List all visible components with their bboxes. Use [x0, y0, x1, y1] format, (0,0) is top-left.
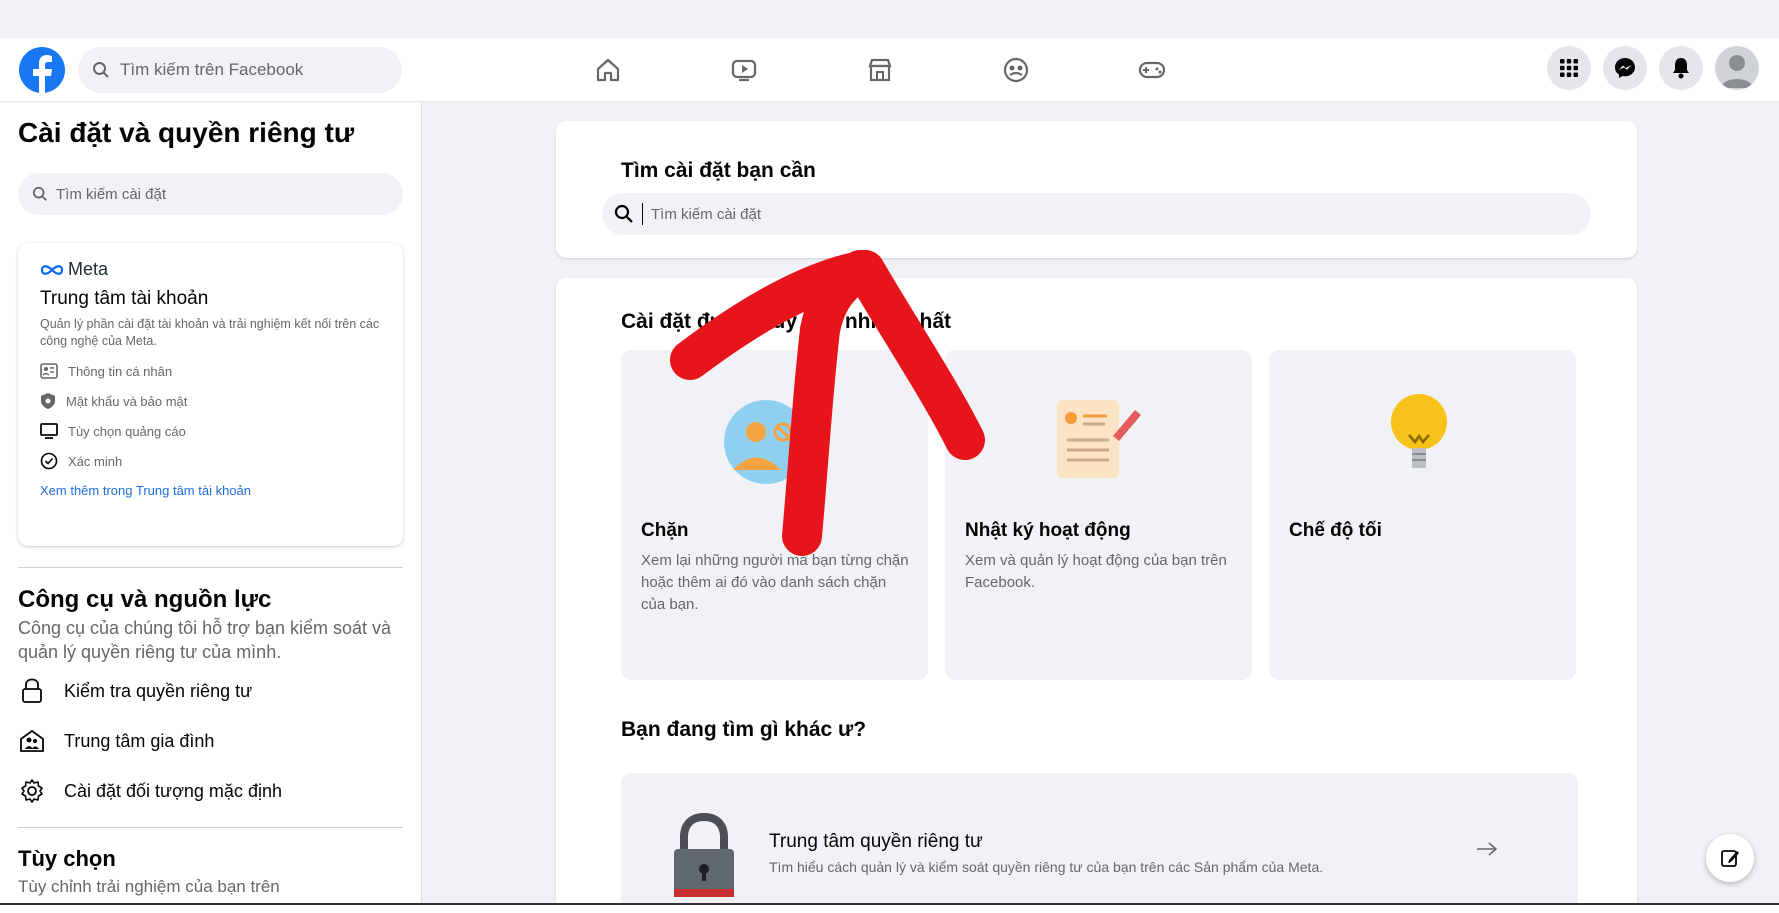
- sidebar-item-label: Kiểm tra quyền riêng tư: [64, 680, 253, 701]
- tile-title: Chế độ tối: [1289, 520, 1382, 541]
- accounts-center-title: Trung tâm tài khoản: [40, 288, 209, 309]
- menu-grid-icon[interactable]: [1547, 46, 1591, 90]
- settings-search-input[interactable]: Tìm kiếm cài đặt: [602, 193, 1591, 235]
- tile-title: Chặn: [641, 520, 689, 541]
- sidebar-divider: [18, 567, 403, 568]
- sidebar-divider: [18, 827, 403, 828]
- meta-item-password-security[interactable]: Mật khẩu và bảo mật: [40, 392, 381, 410]
- bell-icon[interactable]: [1659, 46, 1703, 90]
- marketplace-icon[interactable]: [862, 52, 898, 88]
- popular-settings-title: Cài đặt được truy cập nhiều nhất: [621, 310, 952, 333]
- block-user-icon: [724, 400, 808, 484]
- search-icon: [614, 204, 633, 223]
- tile-title: Nhật ký hoạt động: [965, 520, 1131, 541]
- activity-log-icon: [1057, 400, 1141, 478]
- privacy-center-row[interactable]: Trung tâm quyền riêng tư Tìm hiểu cách q…: [621, 773, 1578, 913]
- family-icon: [18, 727, 46, 755]
- tools-subtitle: Công cụ của chúng tôi hỗ trợ bạn kiểm so…: [18, 618, 392, 662]
- tile-description: Xem lại những người mà bạn từng chặn hoặ…: [641, 552, 909, 613]
- sidebar-item-family-center[interactable]: Trung tâm gia đình: [18, 727, 214, 755]
- meta-item-ad-preferences[interactable]: Tùy chọn quảng cáo: [40, 423, 381, 439]
- settings-search-placeholder: Tìm kiếm cài đặt: [651, 205, 762, 223]
- meta-item-label: Xác minh: [68, 453, 123, 469]
- popular-settings-card: Cài đặt được truy cập nhiều nhất Chặn Xe…: [556, 278, 1637, 913]
- sidebar-title: Cài đặt và quyền riêng tư: [18, 117, 355, 148]
- meta-item-personal-info[interactable]: Thông tin cá nhân: [40, 363, 381, 379]
- messenger-icon[interactable]: [1603, 46, 1647, 90]
- padlock-icon: [674, 813, 734, 897]
- lock-icon: [18, 677, 46, 705]
- sidebar-search-placeholder: Tìm kiếm cài đặt: [56, 185, 167, 203]
- options-subtitle: Tùy chỉnh trải nghiệm của bạn trên: [18, 877, 280, 896]
- accounts-center-see-more-link[interactable]: Xem thêm trong Trung tâm tài khoản: [40, 483, 381, 498]
- tile-block[interactable]: Chặn Xem lại những người mà bạn từng chặ…: [621, 350, 928, 680]
- sidebar-item-label: Trung tâm gia đình: [64, 730, 215, 751]
- shield-icon: [41, 393, 55, 409]
- search-card-title: Tìm cài đặt bạn cần: [621, 159, 816, 182]
- video-icon[interactable]: [726, 52, 762, 88]
- options-heading: Tùy chọn: [18, 846, 116, 871]
- tile-dark-mode[interactable]: Chế độ tối: [1269, 350, 1576, 680]
- sidebar-item-label: Cài đặt đối tượng mặc định: [64, 780, 282, 801]
- lightbulb-icon: [1391, 394, 1447, 468]
- monitor-icon: [40, 423, 58, 439]
- new-message-button[interactable]: [1706, 834, 1754, 882]
- search-icon: [32, 186, 47, 201]
- browser-top-strip: [0, 0, 1779, 38]
- meta-logo: Meta: [40, 259, 381, 280]
- window-bottom-edge: [0, 903, 1779, 913]
- tile-description: Xem và quản lý hoạt động của bạn trên Fa…: [965, 552, 1227, 591]
- meta-brand-text: Meta: [68, 259, 109, 279]
- groups-icon[interactable]: [998, 52, 1034, 88]
- privacy-center-title: Trung tâm quyền riêng tư: [769, 831, 983, 852]
- sidebar-search-input[interactable]: Tìm kiếm cài đặt: [18, 173, 403, 215]
- check-circle-icon: [40, 452, 58, 470]
- sidebar-item-default-audience[interactable]: Cài đặt đối tượng mặc định: [18, 777, 282, 805]
- id-card-icon: [40, 363, 58, 379]
- arrow-right-icon: [1477, 842, 1498, 856]
- gaming-icon[interactable]: [1134, 52, 1170, 88]
- other-settings-title: Bạn đang tìm gì khác ư?: [621, 718, 867, 741]
- text-caret: [642, 203, 643, 225]
- search-settings-card: Tìm cài đặt bạn cần Tìm kiếm cài đặt: [556, 121, 1637, 258]
- home-icon[interactable]: [590, 52, 626, 88]
- settings-sidebar: Cài đặt và quyền riêng tư Tìm kiếm cài đ…: [0, 103, 422, 903]
- accounts-center-description: Quản lý phần cài đặt tài khoản và trải n…: [40, 317, 380, 348]
- tile-activity-log[interactable]: Nhật ký hoạt động Xem và quản lý hoạt độ…: [945, 350, 1252, 680]
- gear-icon: [18, 777, 46, 805]
- meta-item-label: Thông tin cá nhân: [68, 363, 173, 379]
- meta-item-label: Tùy chọn quảng cáo: [68, 423, 186, 439]
- meta-item-verification[interactable]: Xác minh: [40, 452, 381, 470]
- sidebar-item-privacy-checkup[interactable]: Kiểm tra quyền riêng tư: [18, 677, 252, 705]
- accounts-center-card[interactable]: Meta Trung tâm tài khoản Quản lý phần cà…: [18, 243, 403, 546]
- avatar[interactable]: [1715, 46, 1759, 90]
- edit-icon: [1721, 850, 1739, 867]
- meta-item-label: Mật khẩu và bảo mật: [66, 393, 188, 409]
- tools-heading: Công cụ và nguồn lực: [18, 586, 272, 613]
- meta-infinity-icon: [40, 264, 64, 275]
- top-navbar: Tìm kiếm trên Facebook: [0, 38, 1779, 102]
- privacy-center-description: Tìm hiểu cách quản lý và kiểm soát quyền…: [769, 859, 1324, 875]
